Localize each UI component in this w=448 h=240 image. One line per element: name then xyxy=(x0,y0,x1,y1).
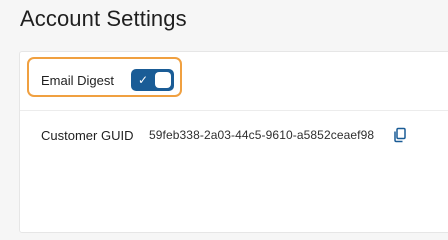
email-digest-label: Email Digest xyxy=(41,73,114,88)
copy-icon[interactable] xyxy=(393,127,407,143)
customer-guid-label: Customer GUID xyxy=(41,128,134,143)
settings-card: Email Digest ✓ Customer GUID 59feb338-2a… xyxy=(19,51,448,233)
customer-guid-row: Customer GUID 59feb338-2a03-44c5-9610-a5… xyxy=(20,119,448,151)
email-digest-toggle[interactable]: ✓ xyxy=(131,69,174,91)
email-digest-row: Email Digest ✓ xyxy=(20,57,448,105)
customer-guid-value: 59feb338-2a03-44c5-9610-a5852ceaef98 xyxy=(149,128,375,142)
toggle-knob xyxy=(155,72,171,88)
page-title: Account Settings xyxy=(20,6,187,31)
row-divider xyxy=(20,110,448,111)
check-icon: ✓ xyxy=(138,73,149,87)
